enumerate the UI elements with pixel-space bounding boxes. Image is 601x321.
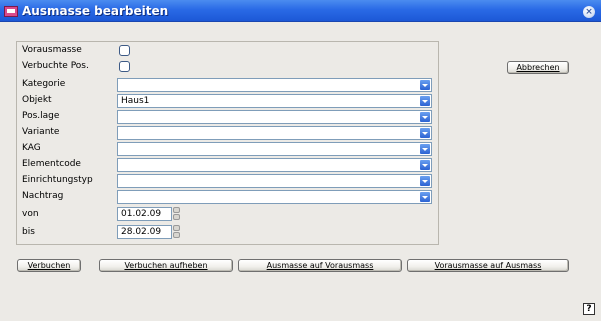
help-icon[interactable]: ?: [583, 303, 595, 315]
bis-label: bis: [22, 227, 35, 237]
spinner-icon[interactable]: [173, 225, 180, 239]
spinner-icon[interactable]: [173, 207, 180, 221]
app-icon: [4, 6, 18, 17]
objekt-label: Objekt: [22, 95, 52, 105]
objekt-select[interactable]: Haus1: [117, 94, 432, 108]
window-title: Ausmasse bearbeiten: [22, 4, 169, 18]
poslage-label: Pos.lage: [22, 111, 60, 121]
elementcode-label: Elementcode: [22, 159, 81, 169]
von-label: von: [22, 209, 39, 219]
kag-select[interactable]: [117, 142, 432, 156]
variante-select[interactable]: [117, 126, 432, 140]
elementcode-select[interactable]: [117, 158, 432, 172]
close-icon[interactable]: ×: [583, 6, 595, 18]
chevron-down-icon[interactable]: [420, 192, 430, 202]
chevron-down-icon[interactable]: [420, 112, 430, 122]
vorausmasse-checkbox[interactable]: [119, 45, 130, 56]
bis-value: 28.02.09: [121, 227, 162, 237]
poslage-select[interactable]: [117, 110, 432, 124]
title-bar: Ausmasse bearbeiten ×: [0, 0, 601, 22]
verbuchte-pos-label: Verbuchte Pos.: [22, 61, 89, 71]
kategorie-label: Kategorie: [22, 79, 66, 89]
chevron-down-icon[interactable]: [420, 128, 430, 138]
abbrechen-button[interactable]: Abbrechen: [507, 61, 569, 74]
chevron-down-icon[interactable]: [420, 176, 430, 186]
vorausmasse-auf-ausmass-button[interactable]: Vorausmasse auf Ausmass: [407, 259, 569, 272]
kategorie-select[interactable]: [117, 78, 432, 92]
von-date-field[interactable]: 01.02.09: [117, 207, 172, 221]
chevron-down-icon[interactable]: [420, 80, 430, 90]
chevron-down-icon[interactable]: [420, 144, 430, 154]
variante-label: Variante: [22, 127, 60, 137]
vorausmasse-label: Vorausmasse: [22, 45, 82, 55]
nachtrag-label: Nachtrag: [22, 191, 64, 201]
von-value: 01.02.09: [121, 209, 162, 219]
chevron-down-icon[interactable]: [420, 160, 430, 170]
bis-date-field[interactable]: 28.02.09: [117, 225, 172, 239]
ausmasse-auf-vorausmass-button[interactable]: Ausmasse auf Vorausmass: [238, 259, 402, 272]
einrichtungstyp-select[interactable]: [117, 174, 432, 188]
objekt-value: Haus1: [121, 96, 150, 106]
chevron-down-icon[interactable]: [420, 96, 430, 106]
verbuchte-pos-checkbox[interactable]: [119, 61, 130, 72]
verbuchen-aufheben-button[interactable]: Verbuchen aufheben: [99, 259, 233, 272]
verbuchen-button[interactable]: Verbuchen: [17, 259, 81, 272]
nachtrag-select[interactable]: [117, 190, 432, 204]
einrichtungstyp-label: Einrichtungstyp: [22, 175, 93, 185]
kag-label: KAG: [22, 143, 41, 153]
